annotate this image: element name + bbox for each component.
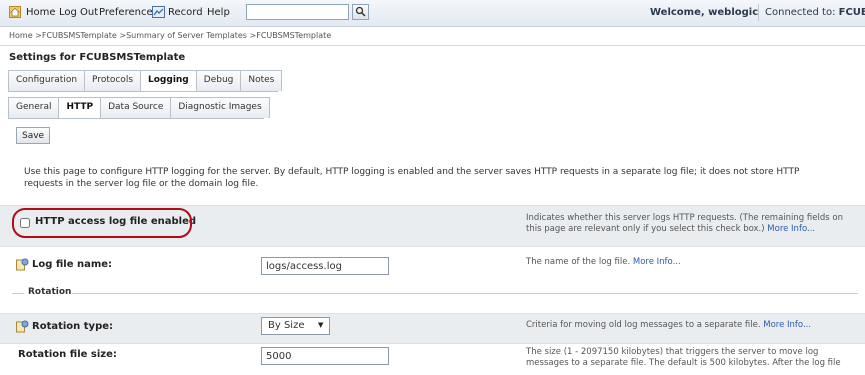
property-icon — [16, 320, 29, 333]
tab-debug[interactable]: Debug — [195, 70, 242, 91]
tab-underline — [8, 118, 264, 119]
rotation-type-help: Criteria for moving old log messages to … — [526, 320, 812, 330]
home-icon[interactable] — [9, 6, 21, 18]
divider — [0, 45, 865, 46]
search-button[interactable] — [352, 4, 369, 20]
connected-domain: FCUBSDoma — [838, 7, 865, 18]
more-info-link[interactable]: More Info... — [633, 257, 681, 267]
logout-link[interactable]: Log Out — [59, 7, 98, 18]
divider — [758, 4, 759, 21]
tab-data-source[interactable]: Data Source — [100, 97, 172, 118]
secondary-tabs: General HTTP Data Source Diagnostic Imag… — [8, 97, 270, 118]
log-file-label: Log file name: — [32, 259, 113, 270]
top-nav-bar: Home Log Out Preferences Record Help Wel… — [0, 0, 865, 27]
rotation-legend: Rotation — [26, 287, 74, 297]
rotation-type-label: Rotation type: — [32, 321, 114, 332]
search-input[interactable] — [246, 4, 349, 20]
chevron-down-icon[interactable]: ▼ — [318, 321, 323, 329]
search-icon — [355, 6, 366, 17]
fieldset-border — [72, 293, 858, 294]
home-link[interactable]: Home — [26, 7, 56, 18]
rotation-size-help: The size (1 - 2097150 kilobytes) that tr… — [526, 347, 841, 368]
property-icon — [16, 258, 29, 271]
tab-http[interactable]: HTTP — [58, 97, 102, 118]
record-icon[interactable] — [152, 6, 165, 18]
log-file-input[interactable] — [261, 257, 389, 275]
page-description: Use this page to configure HTTP logging … — [24, 167, 800, 189]
tab-general[interactable]: General — [8, 97, 60, 118]
tab-logging[interactable]: Logging — [140, 70, 197, 91]
rotation-size-input[interactable] — [261, 347, 389, 365]
save-button[interactable]: Save — [16, 127, 51, 144]
preferences-link[interactable]: Preferences — [99, 7, 158, 18]
help-link[interactable]: Help — [207, 7, 230, 18]
tab-configuration[interactable]: Configuration — [8, 70, 86, 91]
more-info-link[interactable]: More Info... — [767, 224, 815, 234]
access-log-help: Indicates whether this server logs HTTP … — [526, 213, 843, 234]
fieldset-border — [12, 293, 24, 294]
log-file-help: The name of the log file. More Info... — [526, 257, 681, 267]
tab-underline — [8, 91, 278, 92]
more-info-link[interactable]: More Info... — [763, 320, 811, 330]
record-link[interactable]: Record — [168, 7, 203, 18]
tab-diagnostic-images[interactable]: Diagnostic Images — [170, 97, 270, 118]
highlight-annotation — [12, 208, 192, 238]
tab-protocols[interactable]: Protocols — [84, 70, 142, 91]
primary-tabs: Configuration Protocols Logging Debug No… — [8, 70, 283, 91]
rotation-size-label: Rotation file size: — [18, 349, 117, 360]
connection-status: Connected to: FCUBSDoma — [765, 7, 865, 18]
breadcrumb[interactable]: Home >FCUBSMSTemplate >Summary of Server… — [9, 31, 331, 40]
page-title: Settings for FCUBSMSTemplate — [9, 52, 186, 63]
connected-label: Connected to: — [765, 7, 836, 18]
tab-notes[interactable]: Notes — [240, 70, 283, 91]
welcome-text: Welcome, weblogic — [650, 7, 759, 18]
